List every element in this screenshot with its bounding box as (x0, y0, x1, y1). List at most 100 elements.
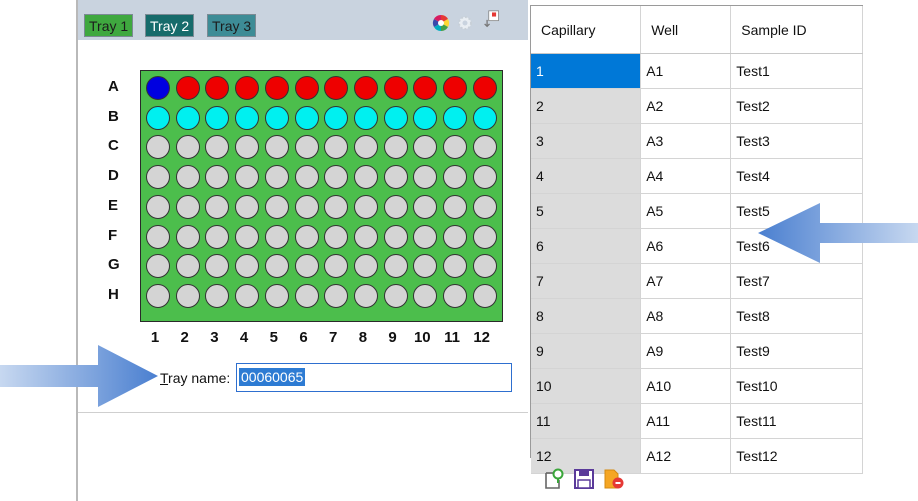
well-C3[interactable] (205, 135, 230, 160)
header-capillary[interactable]: Capillary (531, 6, 642, 54)
well-A9[interactable] (383, 76, 408, 100)
well-A10[interactable] (413, 76, 438, 100)
table-row[interactable]: 9 A9 Test9 (531, 333, 863, 369)
well-B11[interactable] (443, 105, 467, 130)
well-C12[interactable] (472, 135, 497, 160)
table-row[interactable]: 7 A7 Test7 (531, 263, 863, 299)
table-row[interactable]: 2 A2 Test2 (531, 88, 863, 124)
well-F9[interactable] (383, 224, 408, 249)
well-F8[interactable] (353, 224, 378, 249)
well-C11[interactable] (443, 135, 467, 160)
well-D11[interactable] (443, 165, 467, 190)
well-A1[interactable] (146, 76, 170, 100)
well-H1[interactable] (146, 283, 170, 308)
well-E8[interactable] (353, 194, 378, 219)
well-G9[interactable] (383, 254, 408, 279)
well-cell[interactable]: A12 (640, 438, 732, 474)
color-wheel-icon[interactable] (432, 14, 450, 32)
settings-export-icon[interactable] (483, 10, 501, 28)
well-cell[interactable]: A7 (640, 263, 732, 299)
sample-id-cell[interactable]: Test11 (730, 403, 863, 439)
sample-id-cell[interactable]: Test7 (730, 263, 863, 299)
well-F4[interactable] (235, 224, 260, 249)
header-sample-id[interactable]: Sample ID (730, 6, 863, 54)
well-D3[interactable] (205, 165, 230, 190)
well-C9[interactable] (383, 135, 408, 160)
well-C8[interactable] (353, 135, 378, 160)
well-D7[interactable] (324, 165, 349, 190)
well-G6[interactable] (294, 254, 319, 279)
sample-id-cell[interactable]: Test8 (730, 298, 863, 334)
well-E2[interactable] (175, 194, 200, 219)
well-B7[interactable] (324, 105, 349, 130)
well-G11[interactable] (443, 254, 467, 279)
sample-id-cell[interactable]: Test1 (730, 53, 863, 89)
sample-id-cell[interactable]: Test3 (730, 123, 863, 159)
well-A5[interactable] (264, 76, 289, 100)
well-cell[interactable]: A5 (640, 193, 732, 229)
remove-file-icon[interactable] (603, 468, 625, 490)
capillary-cell[interactable]: 3 (531, 123, 642, 159)
well-G10[interactable] (413, 254, 438, 279)
well-C7[interactable] (324, 135, 349, 160)
capillary-cell[interactable]: 10 (531, 368, 642, 404)
well-E7[interactable] (324, 194, 349, 219)
capillary-cell[interactable]: 7 (531, 263, 642, 299)
well-H6[interactable] (294, 283, 319, 308)
sample-id-cell[interactable]: Test4 (730, 158, 863, 194)
capillary-cell[interactable]: 4 (531, 158, 642, 194)
well-F7[interactable] (324, 224, 349, 249)
tab-tray-1[interactable]: Tray 1 (84, 14, 134, 37)
well-B4[interactable] (235, 105, 260, 130)
well-F5[interactable] (264, 224, 289, 249)
well-cell[interactable]: A11 (640, 403, 732, 439)
well-cell[interactable]: A4 (640, 158, 732, 194)
well-F12[interactable] (472, 224, 497, 249)
well-cell[interactable]: A1 (640, 53, 732, 89)
well-A8[interactable] (353, 76, 378, 100)
well-D4[interactable] (235, 165, 260, 190)
capillary-cell[interactable]: 6 (531, 228, 642, 264)
tray-name-input[interactable]: 00060065 (236, 363, 512, 392)
well-D5[interactable] (264, 165, 289, 190)
well-G12[interactable] (472, 254, 497, 279)
well-H3[interactable] (205, 283, 230, 308)
well-G4[interactable] (235, 254, 260, 279)
well-E11[interactable] (443, 194, 467, 219)
table-row[interactable]: 4 A4 Test4 (531, 158, 863, 194)
table-row[interactable]: 11 A11 Test11 (531, 403, 863, 439)
well-F11[interactable] (443, 224, 467, 249)
well-A11[interactable] (443, 76, 467, 100)
well-H10[interactable] (413, 283, 438, 308)
well-F10[interactable] (413, 224, 438, 249)
well-C2[interactable] (175, 135, 200, 160)
well-F3[interactable] (205, 224, 230, 249)
capillary-cell[interactable]: 2 (531, 88, 642, 124)
table-row[interactable]: 3 A3 Test3 (531, 123, 863, 159)
well-H7[interactable] (324, 283, 349, 308)
well-G1[interactable] (146, 254, 170, 279)
well-C10[interactable] (413, 135, 438, 160)
well-D10[interactable] (413, 165, 438, 190)
well-H9[interactable] (383, 283, 408, 308)
save-icon[interactable] (573, 468, 595, 490)
well-F2[interactable] (175, 224, 200, 249)
well-C1[interactable] (146, 135, 170, 160)
well-C4[interactable] (235, 135, 260, 160)
well-B8[interactable] (353, 105, 378, 130)
well-G7[interactable] (324, 254, 349, 279)
well-D1[interactable] (146, 165, 170, 190)
well-A3[interactable] (205, 76, 230, 100)
well-cell[interactable]: A10 (640, 368, 732, 404)
well-B10[interactable] (413, 105, 438, 130)
well-E3[interactable] (205, 194, 230, 219)
well-E9[interactable] (383, 194, 408, 219)
well-G2[interactable] (175, 254, 200, 279)
well-C5[interactable] (264, 135, 289, 160)
gear-icon[interactable] (456, 14, 474, 32)
well-G3[interactable] (205, 254, 230, 279)
well-E4[interactable] (235, 194, 260, 219)
tab-tray-2[interactable]: Tray 2 (145, 14, 195, 37)
well-A7[interactable] (324, 76, 349, 100)
capillary-cell[interactable]: 11 (531, 403, 642, 439)
